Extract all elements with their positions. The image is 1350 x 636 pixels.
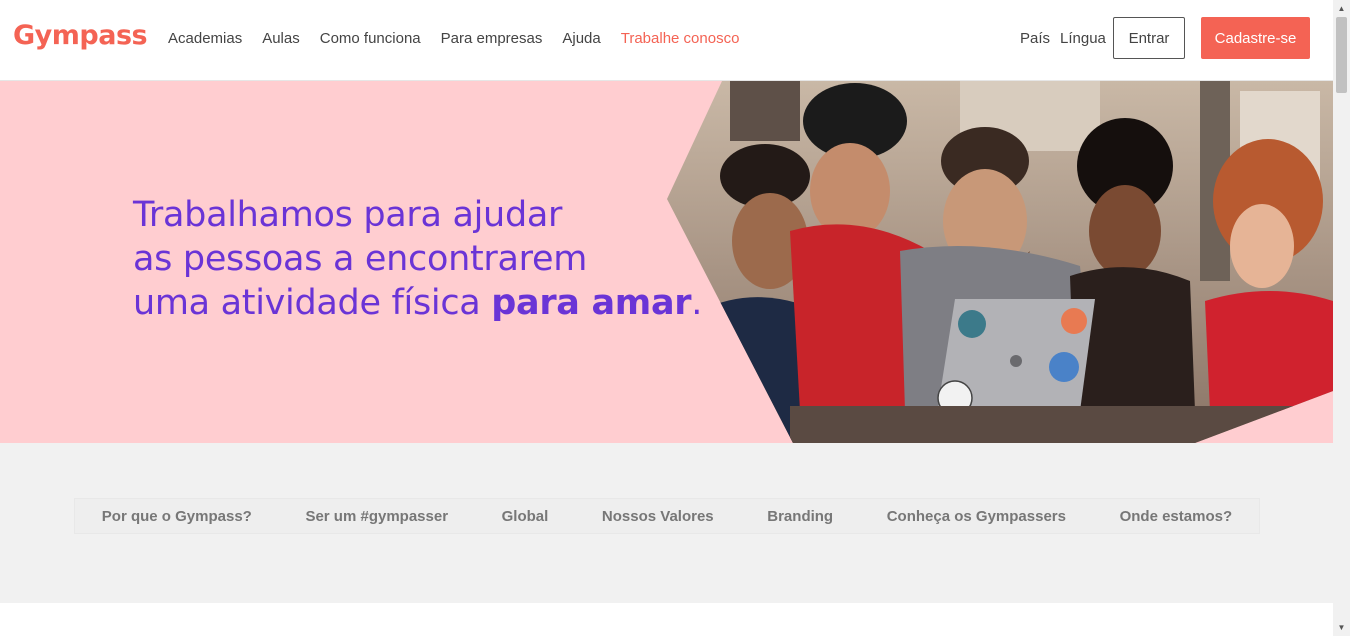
country-selector[interactable]: País	[1020, 30, 1050, 47]
gympass-logo[interactable]: Gympass	[13, 20, 148, 51]
nav-como-funciona[interactable]: Como funciona	[320, 30, 421, 47]
locale-links: País Língua	[1020, 30, 1106, 47]
section-tabs-area: Por que o Gympass? Ser um #gympasser Glo…	[0, 443, 1333, 603]
nav-para-empresas[interactable]: Para empresas	[441, 30, 543, 47]
nav-aulas[interactable]: Aulas	[262, 30, 300, 47]
headline-highlight: para amar	[491, 283, 692, 323]
tab-ser-um-gympasser[interactable]: Ser um #gympasser	[305, 508, 448, 525]
signup-button[interactable]: Cadastre-se	[1201, 17, 1310, 59]
headline-line-3: uma atividade física para amar.	[133, 281, 702, 325]
scrollbar-thumb[interactable]	[1336, 17, 1347, 93]
headline-line-3-text: uma atividade física	[133, 283, 492, 323]
headline-period: .	[691, 283, 703, 323]
tab-branding[interactable]: Branding	[767, 508, 833, 525]
main-nav: Academias Aulas Como funciona Para empre…	[168, 30, 739, 47]
nav-academias[interactable]: Academias	[168, 30, 242, 47]
headline-line-1: Trabalhamos para ajudar	[133, 195, 563, 235]
nav-trabalhe-conosco[interactable]: Trabalhe conosco	[621, 30, 740, 47]
language-selector[interactable]: Língua	[1060, 30, 1106, 47]
nav-ajuda[interactable]: Ajuda	[562, 30, 600, 47]
vertical-scrollbar[interactable]: ▲ ▼	[1333, 0, 1350, 636]
scroll-up-arrow-icon[interactable]: ▲	[1333, 0, 1350, 17]
hero-headline: Trabalhamos para ajudar as pessoas a enc…	[133, 193, 702, 325]
headline-line-2: as pessoas a encontrarem	[133, 239, 587, 279]
scroll-down-arrow-icon[interactable]: ▼	[1333, 619, 1350, 636]
tab-global[interactable]: Global	[502, 508, 549, 525]
tab-conheca-os-gympassers[interactable]: Conheça os Gympassers	[887, 508, 1066, 525]
login-button[interactable]: Entrar	[1113, 17, 1185, 59]
tab-nossos-valores[interactable]: Nossos Valores	[602, 508, 714, 525]
top-header: Gympass Academias Aulas Como funciona Pa…	[0, 0, 1333, 81]
section-tabs: Por que o Gympass? Ser um #gympasser Glo…	[74, 498, 1260, 534]
tab-onde-estamos[interactable]: Onde estamos?	[1120, 508, 1233, 525]
tab-por-que-o-gympass[interactable]: Por que o Gympass?	[102, 508, 252, 525]
hero-banner: Trabalhamos para ajudar as pessoas a enc…	[0, 81, 1333, 443]
